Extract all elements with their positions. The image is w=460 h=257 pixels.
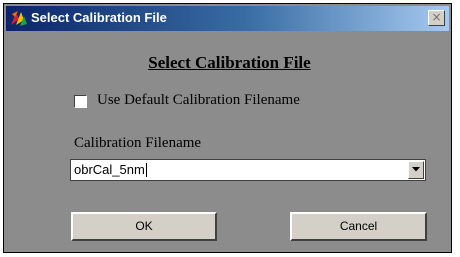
select-calibration-dialog: Select Calibration File × Select Calibra… — [3, 3, 452, 253]
text-caret — [146, 163, 147, 177]
calibration-filename-value[interactable]: obrCal_5nm — [74, 162, 145, 177]
window-title: Select Calibration File — [31, 10, 167, 25]
calibration-filename-label: Calibration Filename — [74, 135, 202, 151]
close-icon: × — [431, 10, 442, 24]
dialog-heading: Select Calibration File — [148, 53, 311, 72]
close-button[interactable]: × — [428, 10, 445, 26]
cancel-button[interactable]: Cancel — [290, 212, 427, 241]
app-icon — [11, 11, 27, 26]
title-bar[interactable]: Select Calibration File × — [6, 6, 449, 31]
use-default-label[interactable]: Use Default Calibration Filename — [97, 92, 300, 109]
chevron-down-icon — [412, 167, 420, 172]
dropdown-button[interactable] — [408, 161, 424, 179]
use-default-checkbox[interactable] — [74, 95, 87, 108]
ok-button[interactable]: OK — [71, 212, 217, 241]
calibration-filename-combobox[interactable]: obrCal_5nm — [70, 159, 426, 181]
